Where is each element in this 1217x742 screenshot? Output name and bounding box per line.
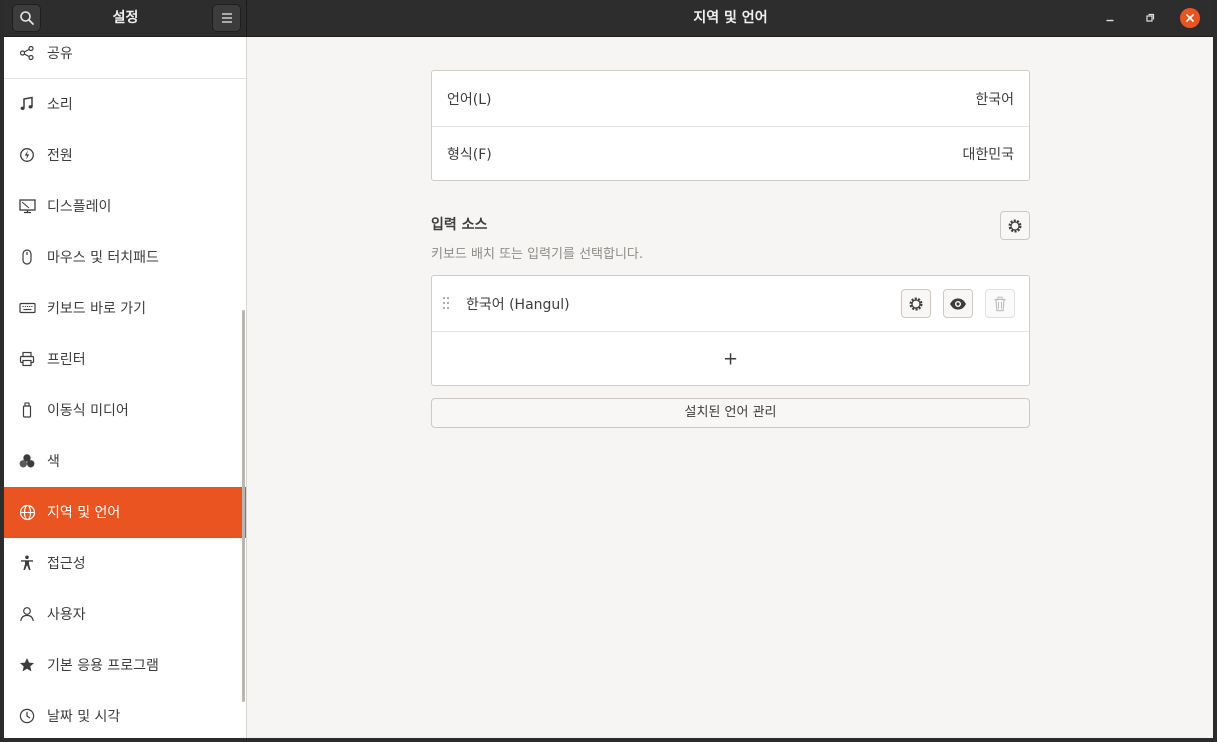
keyboard-icon xyxy=(18,299,36,317)
color-icon xyxy=(18,452,36,470)
gear-icon xyxy=(1008,219,1022,232)
sidebar-item-accessibility[interactable]: 접근성 xyxy=(4,538,246,589)
sidebar-item-keyboard[interactable]: 키보드 바로 가기 xyxy=(4,283,246,334)
sidebar-item-sharing[interactable]: 공유 xyxy=(4,37,246,79)
language-row[interactable]: 언어(L) 한국어 xyxy=(432,71,1029,126)
music-note-icon xyxy=(18,95,36,113)
input-source-remove-button[interactable] xyxy=(985,289,1015,318)
sidebar-item-power[interactable]: 전원 xyxy=(4,130,246,181)
sidebar-item-label: 날짜 및 시각 xyxy=(47,709,121,725)
input-source-preview-button[interactable] xyxy=(943,289,973,318)
restore-icon xyxy=(1146,13,1155,22)
sidebar-item-default-apps[interactable]: 기본 응용 프로그램 xyxy=(4,640,246,691)
sidebar-item-label: 공유 xyxy=(47,46,73,62)
manage-installed-languages-button[interactable]: 설치된 언어 관리 xyxy=(431,398,1030,428)
star-icon xyxy=(18,656,36,674)
input-sources-subtitle: 키보드 배치 또는 입력기를 선택합니다. xyxy=(431,247,644,262)
eye-icon xyxy=(950,298,966,309)
region-card: 언어(L) 한국어 형식(F) 대한민국 xyxy=(431,70,1030,181)
input-source-settings-button[interactable] xyxy=(901,289,931,318)
close-icon xyxy=(1186,14,1194,22)
input-sources-options-button[interactable] xyxy=(1000,211,1030,240)
menu-button[interactable] xyxy=(212,4,241,32)
sidebar-item-removable-media[interactable]: 이동식 미디어 xyxy=(4,385,246,436)
formats-value: 대한민국 xyxy=(962,147,1014,163)
printer-icon xyxy=(18,350,36,368)
add-input-source-label: + xyxy=(722,348,739,370)
power-icon xyxy=(18,146,36,164)
sidebar-item-display[interactable]: 디스플레이 xyxy=(4,181,246,232)
sidebar-item-label: 접근성 xyxy=(47,556,86,572)
settings-window: 설정 지역 및 언어 공유 소리 전원 디스플레이 마우스 및 터치패드 키보드… xyxy=(4,0,1213,738)
input-sources-title: 입력 소스 xyxy=(431,217,488,233)
sidebar-item-label: 색 xyxy=(47,454,60,470)
sidebar-item-mouse[interactable]: 마우스 및 터치패드 xyxy=(4,232,246,283)
input-sources-list: 한국어 (Hangul) + xyxy=(431,275,1030,386)
formats-label: 형식(F) xyxy=(447,147,492,163)
accessibility-icon xyxy=(18,554,36,572)
usb-drive-icon xyxy=(18,401,36,419)
titlebar: 설정 지역 및 언어 xyxy=(4,0,1213,37)
formats-row[interactable]: 형식(F) 대한민국 xyxy=(432,126,1029,181)
mouse-icon xyxy=(18,248,36,266)
sidebar-item-users[interactable]: 사용자 xyxy=(4,589,246,640)
language-value: 한국어 xyxy=(975,91,1014,108)
minimize-icon xyxy=(1106,19,1114,22)
input-source-label: 한국어 (Hangul) xyxy=(466,296,570,313)
sidebar-item-label: 소리 xyxy=(47,97,73,113)
list-item[interactable]: 한국어 (Hangul) xyxy=(432,276,1029,331)
search-icon xyxy=(19,11,34,25)
add-input-source-row[interactable]: + xyxy=(432,331,1029,386)
sidebar-item-sound[interactable]: 소리 xyxy=(4,79,246,130)
hamburger-menu-icon xyxy=(221,13,232,23)
share-icon xyxy=(18,44,36,62)
sidebar-item-color[interactable]: 색 xyxy=(4,436,246,487)
sidebar-item-region-language[interactable]: 지역 및 언어 xyxy=(4,487,246,538)
maximize-button[interactable] xyxy=(1140,8,1160,28)
close-button[interactable] xyxy=(1180,8,1200,28)
sidebar-header: 설정 xyxy=(4,0,247,37)
search-button[interactable] xyxy=(12,4,41,32)
sidebar-item-label: 기본 응용 프로그램 xyxy=(47,658,159,674)
sidebar-item-label: 키보드 바로 가기 xyxy=(47,301,147,317)
globe-icon xyxy=(18,503,36,521)
clock-icon xyxy=(18,707,36,725)
sidebar-item-label: 마우스 및 터치패드 xyxy=(47,250,159,266)
sidebar-item-label: 전원 xyxy=(47,148,73,164)
minimize-button[interactable] xyxy=(1100,8,1120,28)
sidebar-item-label: 사용자 xyxy=(47,607,86,623)
trash-icon xyxy=(994,296,1006,311)
sidebar: 공유 소리 전원 디스플레이 마우스 및 터치패드 키보드 바로 가기 프린터 … xyxy=(4,37,247,738)
sidebar-item-date-time[interactable]: 날짜 및 시각 xyxy=(4,691,246,738)
sidebar-item-label: 프린터 xyxy=(47,352,86,368)
page-title: 지역 및 언어 xyxy=(693,10,768,26)
language-label: 언어(L) xyxy=(447,91,492,108)
display-icon xyxy=(18,197,36,215)
sidebar-item-label: 이동식 미디어 xyxy=(47,403,129,419)
gear-icon xyxy=(909,297,923,310)
user-icon xyxy=(18,605,36,623)
main-content: 언어(L) 한국어 형식(F) 대한민국 입력 소스 키보드 배치 또는 입력기… xyxy=(248,37,1213,738)
sidebar-scrollbar[interactable] xyxy=(242,310,245,702)
sidebar-item-printers[interactable]: 프린터 xyxy=(4,334,246,385)
sidebar-item-label: 디스플레이 xyxy=(47,199,112,215)
sidebar-item-label: 지역 및 언어 xyxy=(47,505,121,521)
drag-handle-icon[interactable] xyxy=(442,296,450,310)
